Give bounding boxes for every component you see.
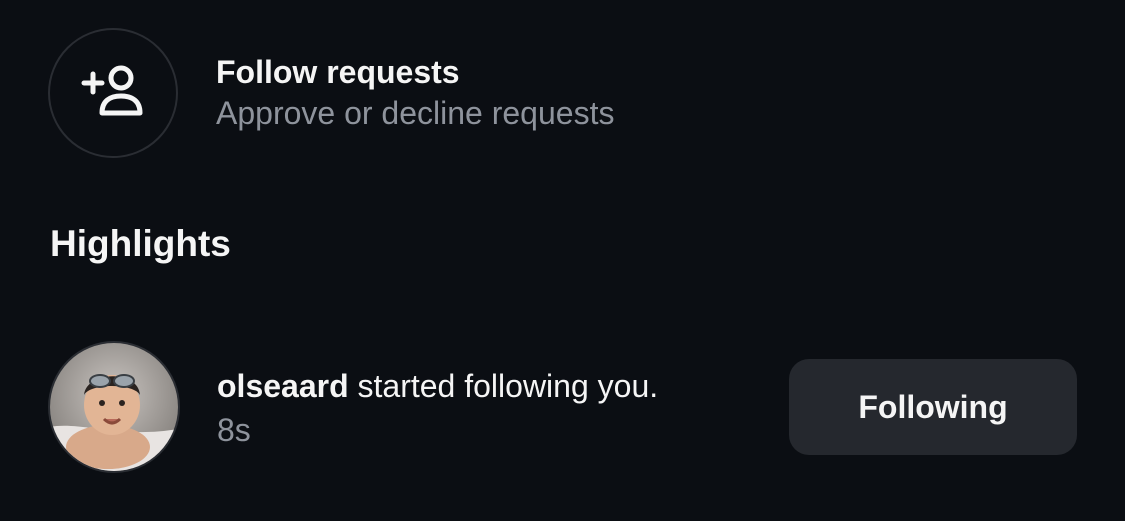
user-avatar[interactable] (48, 341, 180, 473)
notification-time: 8s (217, 412, 251, 448)
follow-requests-row[interactable]: Follow requests Approve or decline reque… (48, 27, 748, 159)
follow-requests-title: Follow requests (216, 54, 460, 90)
follow-requests-icon-circle (48, 28, 178, 158)
add-person-icon (81, 65, 143, 116)
notification-action: started following you. (348, 368, 659, 404)
notification-row[interactable]: olseaard started following you. 8s Follo… (48, 341, 1078, 473)
follow-requests-subtitle: Approve or decline requests (216, 95, 615, 131)
notification-username[interactable]: olseaard (217, 368, 349, 404)
notification-text: olseaard started following you. 8s (217, 364, 697, 452)
following-button[interactable]: Following (789, 359, 1077, 455)
highlights-heading: Highlights (50, 223, 231, 264)
follow-requests-text: Follow requests Approve or decline reque… (216, 52, 614, 134)
